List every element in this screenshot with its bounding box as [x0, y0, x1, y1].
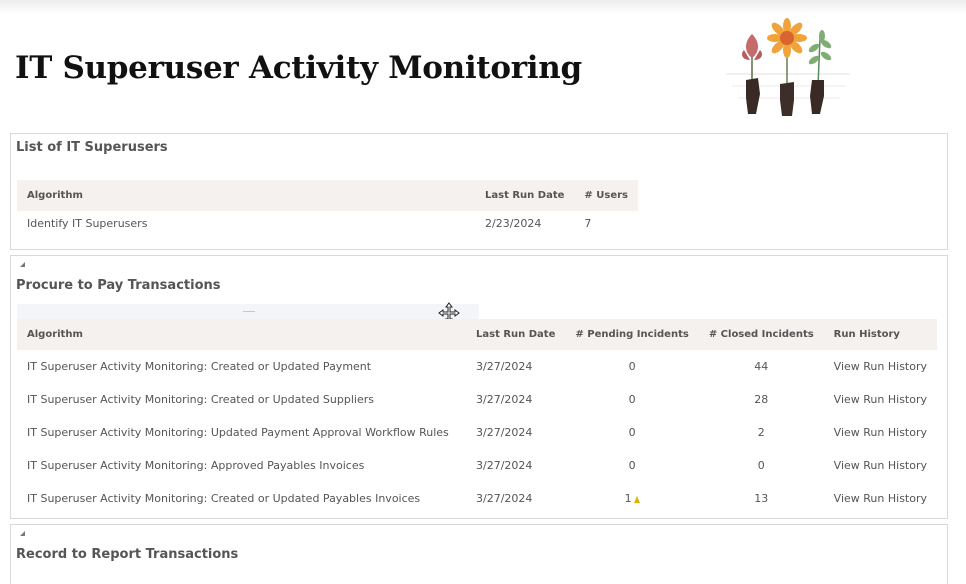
table-header-row: Algorithm Last Run Date # Users — [17, 180, 638, 211]
view-run-history-link[interactable]: View Run History — [824, 416, 937, 449]
pending-count[interactable]: 1 — [625, 492, 632, 505]
column-header-users[interactable]: # Users — [574, 180, 638, 211]
procure-table: Algorithm Last Run Date # Pending Incide… — [17, 319, 937, 515]
view-run-history-link[interactable]: View Run History — [824, 350, 937, 383]
table-row[interactable]: IT Superuser Activity Monitoring: Approv… — [17, 449, 937, 482]
view-run-history-link[interactable]: View Run History — [824, 482, 937, 515]
last-run-cell: 3/27/2024 — [476, 360, 533, 373]
column-header-algorithm[interactable]: Algorithm — [17, 180, 476, 211]
column-header-last-run-date[interactable]: Last Run Date — [475, 180, 575, 211]
table-header-row: Algorithm Last Run Date # Pending Incide… — [17, 319, 937, 350]
last-run-cell: 3/27/2024 — [476, 492, 533, 505]
pending-incidents-cell: 0 — [628, 393, 636, 406]
superusers-panel-title: List of IT Superusers — [16, 140, 168, 155]
procure-panel: Procure to Pay Transactions Algorithm La… — [10, 255, 948, 519]
closed-incidents-cell: 2 — [757, 426, 765, 439]
view-run-history-link[interactable]: View Run History — [824, 449, 937, 482]
record-panel-title: Record to Report Transactions — [16, 547, 239, 562]
table-row[interactable]: IT Superuser Activity Monitoring: Create… — [17, 383, 937, 416]
table-row[interactable]: IT Superuser Activity Monitoring: Create… — [17, 350, 937, 383]
record-panel: Record to Report Transactions — [10, 524, 948, 584]
table-row[interactable]: IT Superuser Activity Monitoring: Create… — [17, 482, 937, 515]
algorithm-cell: IT Superuser Activity Monitoring: Approv… — [27, 459, 365, 472]
column-header-run-history[interactable]: Run History — [823, 319, 937, 350]
collapse-triangle-icon[interactable] — [20, 262, 25, 267]
table-row[interactable]: Identify IT Superusers 2/23/2024 7 — [17, 211, 638, 235]
pending-incidents-cell: 0 — [628, 360, 636, 373]
closed-incidents-cell: 44 — [754, 360, 769, 373]
warning-flag-icon — [633, 496, 640, 503]
procure-panel-title: Procure to Pay Transactions — [16, 278, 221, 293]
column-header-algorithm[interactable]: Algorithm — [17, 319, 466, 350]
collapse-triangle-icon[interactable] — [20, 531, 25, 536]
column-header-closed-incidents[interactable]: # Closed Incidents — [698, 319, 824, 350]
last-run-cell: 3/27/2024 — [476, 393, 533, 406]
page-title: IT Superuser Activity Monitoring — [15, 50, 582, 86]
pending-incidents-cell[interactable]: 1 — [565, 482, 698, 515]
algorithm-cell: IT Superuser Activity Monitoring: Create… — [27, 492, 421, 505]
last-run-cell: 3/27/2024 — [476, 426, 533, 439]
column-header-pending-incidents[interactable]: # Pending Incidents — [565, 319, 699, 350]
pending-incidents-cell: 0 — [628, 459, 636, 472]
drag-grip-icon[interactable] — [243, 311, 255, 312]
table-toolbar — [17, 304, 479, 320]
last-run-cell: 2/23/2024 — [485, 216, 542, 230]
algorithm-cell: IT Superuser Activity Monitoring: Create… — [27, 393, 374, 406]
algorithm-cell: Identify IT Superusers — [27, 216, 148, 230]
closed-incidents-cell: 13 — [754, 492, 769, 505]
superusers-panel: List of IT Superusers Algorithm Last Run… — [10, 133, 948, 250]
users-count-cell: 7 — [584, 216, 592, 230]
hands-flowers-illustration — [726, 18, 850, 116]
closed-incidents-cell: 28 — [754, 393, 769, 406]
view-run-history-link[interactable]: View Run History — [824, 383, 937, 416]
superusers-table: Algorithm Last Run Date # Users Identify… — [17, 180, 638, 235]
top-bar — [0, 0, 966, 14]
pending-incidents-cell: 0 — [628, 426, 636, 439]
column-header-last-run-date[interactable]: Last Run Date — [466, 319, 566, 350]
table-row[interactable]: IT Superuser Activity Monitoring: Update… — [17, 416, 937, 449]
last-run-cell: 3/27/2024 — [476, 459, 533, 472]
algorithm-cell: IT Superuser Activity Monitoring: Create… — [27, 360, 372, 373]
closed-incidents-cell: 0 — [757, 459, 765, 472]
algorithm-cell: IT Superuser Activity Monitoring: Update… — [27, 426, 449, 439]
